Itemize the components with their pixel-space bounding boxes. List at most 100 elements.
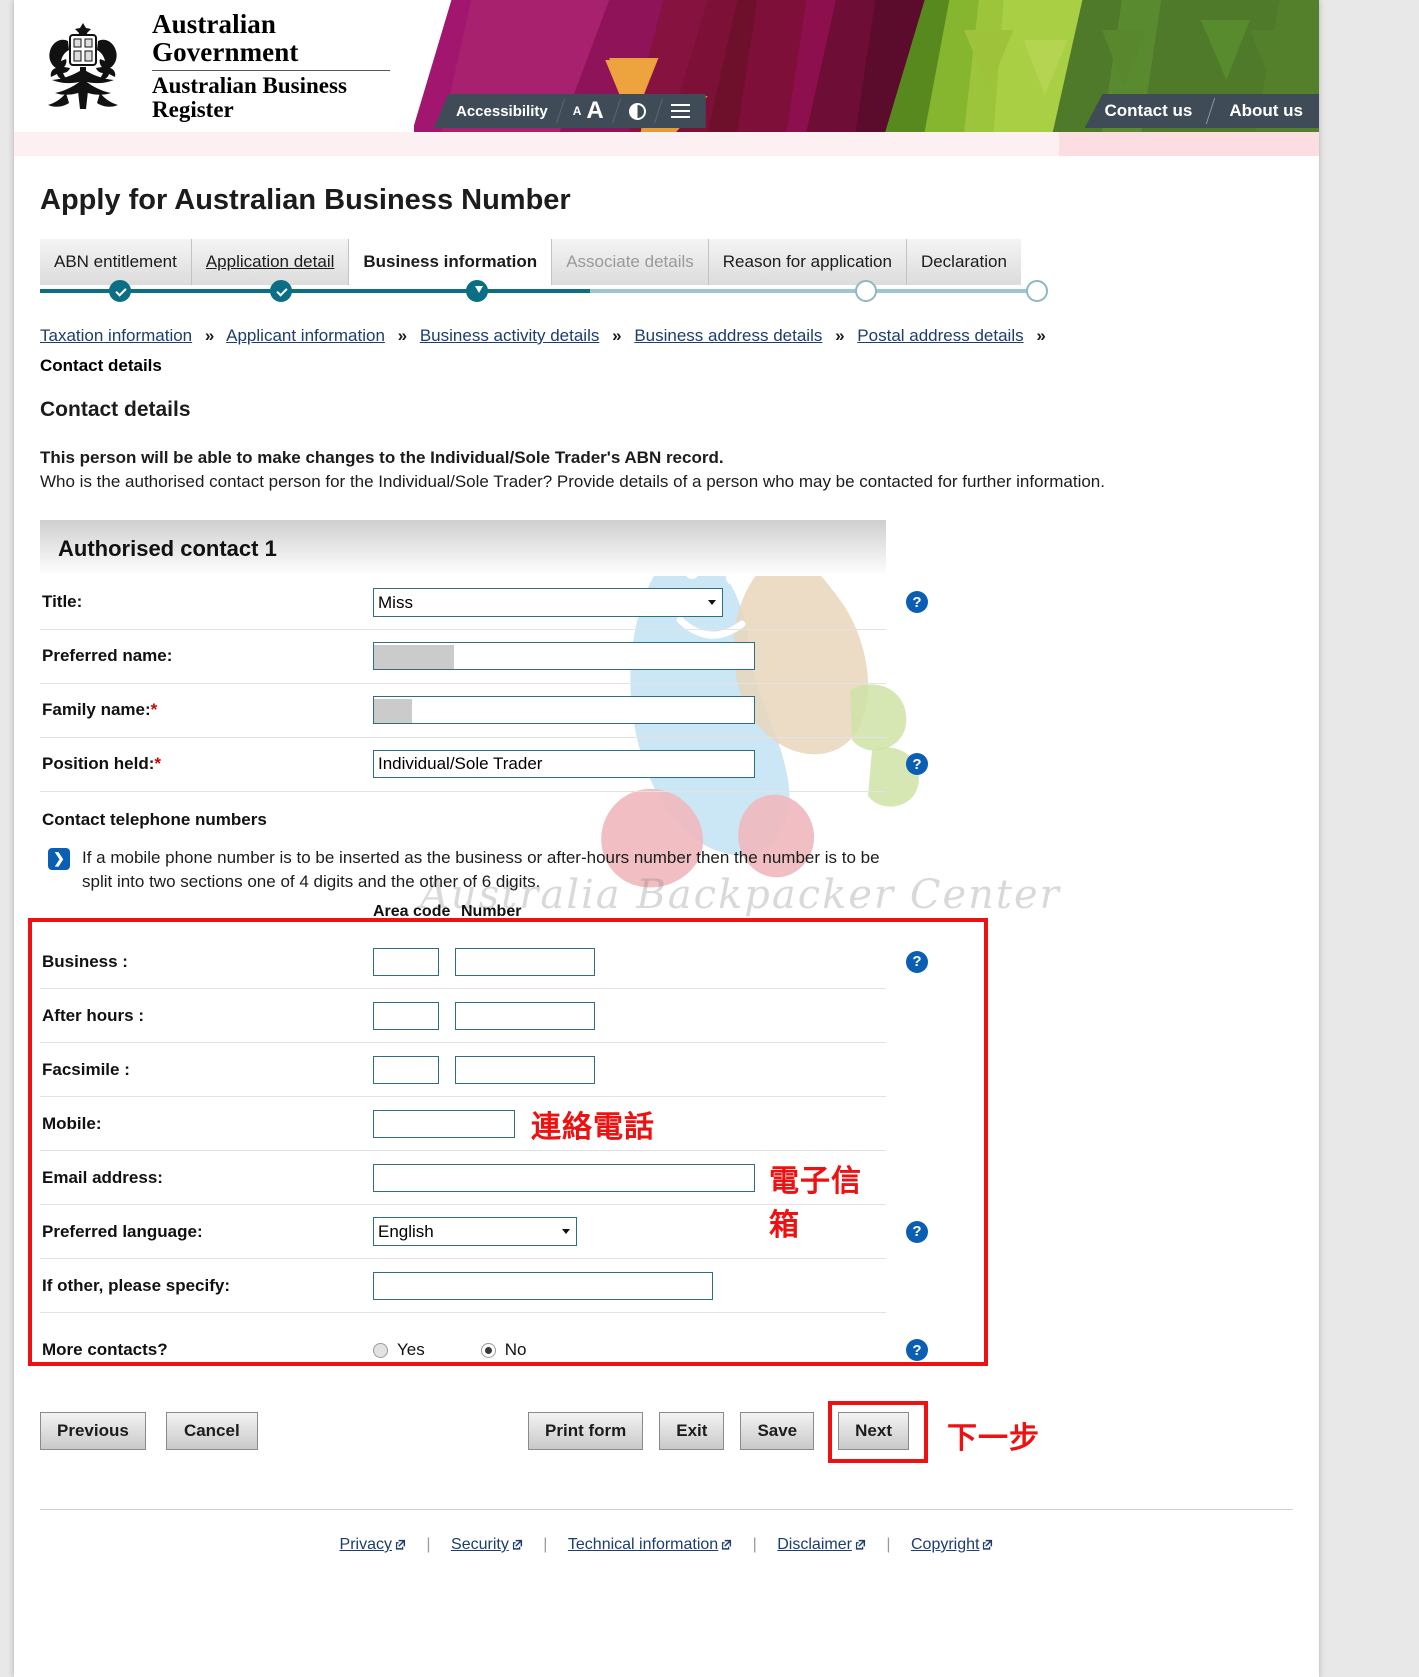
tab-application-detail[interactable]: Application detail [190, 239, 349, 285]
tab-label: Business information [363, 252, 538, 271]
step-node-business-information[interactable] [466, 280, 488, 302]
position-held-input[interactable] [373, 750, 755, 779]
breadcrumb-business-activity-details[interactable]: Business activity details [420, 326, 600, 345]
field-row-preferred-language: Preferred language: English ? [40, 1205, 928, 1260]
business-number-input[interactable] [455, 947, 595, 976]
form-actions: Previous Cancel Print form Exit Save Nex… [40, 1401, 1040, 1464]
step-node-reason-for-application[interactable] [855, 280, 877, 302]
breadcrumb-applicant-information[interactable]: Applicant information [226, 326, 385, 345]
contact-us-link[interactable]: Contact us [1105, 101, 1193, 121]
mobile-label: Mobile: [42, 1113, 102, 1133]
breadcrumb-separator: » [835, 326, 845, 345]
decrease-font-button[interactable]: A [573, 104, 582, 118]
help-icon-more-contacts[interactable]: ? [906, 1339, 928, 1362]
facsimile-number-input[interactable] [455, 1055, 595, 1084]
tab-label: ABN entitlement [54, 252, 177, 271]
previous-button[interactable]: Previous [40, 1412, 146, 1451]
print-form-button[interactable]: Print form [528, 1412, 644, 1451]
agency-logo: Australian Government Australian Busines… [14, 0, 414, 132]
tab-declaration[interactable]: Declaration [905, 239, 1021, 285]
after-hours-number-input[interactable] [455, 1001, 595, 1030]
breadcrumb-taxation-information[interactable]: Taxation information [40, 326, 192, 345]
tab-business-information[interactable]: Business information [348, 239, 552, 285]
title-select[interactable]: Miss [373, 587, 723, 617]
more-contacts-yes-radio[interactable]: Yes [373, 1340, 425, 1360]
breadcrumb-postal-address-details[interactable]: Postal address details [857, 326, 1023, 345]
tab-abn-entitlement[interactable]: ABN entitlement [40, 239, 191, 285]
facsimile-label: Facsimile : [42, 1059, 130, 1079]
tab-label: Reason for application [722, 252, 892, 271]
step-node-declaration[interactable] [1026, 280, 1048, 302]
family-name-input[interactable] [373, 696, 755, 725]
about-us-link[interactable]: About us [1229, 101, 1303, 121]
annotation-next-note: 下一步 [947, 1421, 1040, 1457]
step-node-application-detail[interactable] [270, 280, 292, 302]
breadcrumb-business-address-details[interactable]: Business address details [634, 326, 822, 345]
redaction-mask [374, 645, 454, 670]
field-row-email: Email address: 電子信箱 [40, 1151, 886, 1243]
footer-separator: | [886, 1536, 891, 1554]
footer-link-disclaimer[interactable]: Disclaimer [777, 1536, 866, 1553]
field-row-family-name: Family name:* [40, 684, 886, 738]
family-name-label-text: Family name: [42, 700, 151, 720]
progress-stepper: ABN entitlement Application detail Busin… [40, 239, 1293, 307]
telephone-note-text: If a mobile phone number is to be insert… [82, 847, 880, 892]
other-language-input[interactable] [373, 1271, 713, 1300]
help-icon-title[interactable]: ? [906, 591, 928, 614]
tab-reason-for-application[interactable]: Reason for application [707, 239, 906, 285]
tab-label: Declaration [920, 252, 1007, 271]
main-content: Apply for Australian Business Number ABN… [14, 184, 1319, 1584]
contact-details-form: Authorised contact 1 Title: Miss ? Prefe… [28, 519, 1293, 1387]
radio-label: Yes [397, 1340, 425, 1360]
preferred-name-label: Preferred name: [42, 646, 173, 666]
contrast-icon[interactable] [628, 102, 646, 120]
save-button[interactable]: Save [740, 1412, 815, 1451]
after-hours-area-code-input[interactable] [373, 1001, 439, 1030]
field-row-mobile: Mobile: 連絡電話 [40, 1097, 886, 1152]
more-contacts-label: More contacts? [42, 1340, 168, 1360]
gov-line-2: Australian Business Register [152, 73, 347, 123]
help-icon-position-held[interactable]: ? [906, 753, 928, 776]
help-icon-business-phone[interactable]: ? [906, 950, 928, 973]
more-contacts-no-radio[interactable]: No [480, 1340, 526, 1360]
facsimile-area-code-input[interactable] [373, 1055, 439, 1084]
preferred-language-select[interactable]: English [373, 1217, 577, 1247]
footer-separator: | [543, 1536, 548, 1554]
email-input[interactable] [373, 1163, 755, 1192]
link-label: Security [451, 1536, 509, 1554]
footer-link-privacy[interactable]: Privacy [340, 1536, 406, 1553]
field-row-after-hours-phone: After hours : [40, 989, 886, 1044]
link-label: Copyright [910, 1536, 980, 1554]
rail-remaining [590, 289, 1040, 293]
link-label: Disclaimer [777, 1536, 852, 1554]
field-row-more-contacts: More contacts? Yes No ? [40, 1313, 928, 1387]
increase-font-button[interactable]: A [586, 99, 603, 123]
footer-link-security[interactable]: Security [451, 1536, 523, 1553]
next-button[interactable]: Next [838, 1412, 909, 1451]
radio-dot [480, 1342, 496, 1358]
title-label: Title: [42, 592, 83, 612]
step-node-abn-entitlement[interactable] [109, 280, 131, 302]
page-container: Australian Government Australian Busines… [14, 0, 1319, 1677]
position-held-label: Position held:* [40, 754, 373, 774]
annotation-phone-note: 連絡電話 [531, 1109, 655, 1145]
cancel-button[interactable]: Cancel [165, 1412, 258, 1451]
site-footer: Privacy | Security | Technical informati… [40, 1509, 1293, 1584]
external-link-icon [512, 1539, 522, 1550]
info-arrow-icon: ❯ [48, 847, 70, 870]
business-area-code-input[interactable] [373, 947, 439, 976]
required-marker: * [154, 754, 162, 774]
divider [653, 99, 663, 123]
footer-separator: | [426, 1536, 431, 1554]
divider [1206, 98, 1216, 124]
hamburger-icon[interactable] [670, 104, 690, 118]
mobile-input[interactable] [373, 1109, 515, 1138]
telephone-note: ❯ If a mobile phone number is to be inse… [48, 846, 908, 895]
header-accent-strip [14, 132, 1319, 156]
accessibility-bar: Accessibility A A Contact us About us [412, 94, 1319, 132]
breadcrumb-contact-details: Contact details [40, 356, 162, 376]
footer-link-copyright[interactable]: Copyright [911, 1536, 993, 1553]
footer-link-technical-information[interactable]: Technical information [568, 1536, 732, 1553]
exit-button[interactable]: Exit [659, 1412, 725, 1451]
help-icon-preferred-language[interactable]: ? [906, 1220, 928, 1243]
